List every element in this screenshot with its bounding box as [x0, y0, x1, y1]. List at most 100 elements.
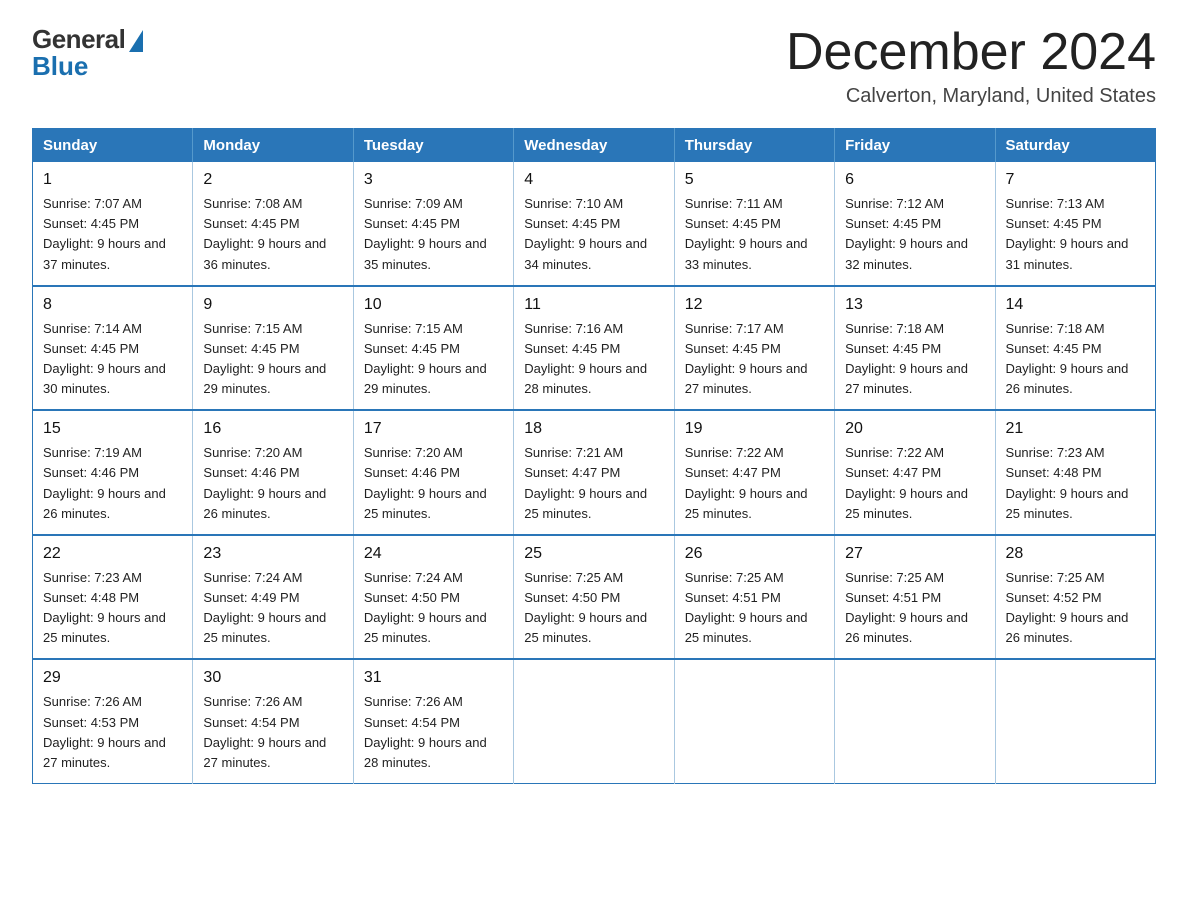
day-number: 2: [203, 168, 342, 192]
day-info: Sunrise: 7:09 AMSunset: 4:45 PMDaylight:…: [364, 196, 487, 271]
calendar-day-cell: 5 Sunrise: 7:11 AMSunset: 4:45 PMDaylight…: [674, 162, 834, 286]
day-info: Sunrise: 7:15 AMSunset: 4:45 PMDaylight:…: [364, 321, 487, 396]
calendar-day-cell: 14 Sunrise: 7:18 AMSunset: 4:45 PMDayligh…: [995, 286, 1155, 411]
weekday-header-monday: Monday: [193, 129, 353, 163]
day-info: Sunrise: 7:18 AMSunset: 4:45 PMDaylight:…: [1006, 321, 1129, 396]
day-number: 7: [1006, 168, 1145, 192]
calendar-day-cell: 25Sunrise: 7:25 AMSunset: 4:50 PMDayligh…: [514, 535, 674, 660]
calendar-day-cell: 18Sunrise: 7:21 AMSunset: 4:47 PMDayligh…: [514, 410, 674, 535]
day-number: 27: [845, 542, 984, 566]
day-number: 12: [685, 293, 824, 317]
calendar-day-cell: [835, 659, 995, 783]
calendar-day-cell: 27 Sunrise: 7:25 AMSunset: 4:51 PMDayligh…: [835, 535, 995, 660]
day-number: 14: [1006, 293, 1145, 317]
day-number: 22: [43, 542, 182, 566]
calendar-day-cell: 11 Sunrise: 7:16 AMSunset: 4:45 PMDayligh…: [514, 286, 674, 411]
logo: General Blue: [32, 24, 143, 82]
day-info: Sunrise: 7:25 AMSunset: 4:51 PMDaylight:…: [845, 570, 968, 645]
day-number: 3: [364, 168, 503, 192]
day-info: Sunrise: 7:08 AMSunset: 4:45 PMDaylight:…: [203, 196, 326, 271]
day-info: Sunrise: 7:14 AMSunset: 4:45 PMDaylight:…: [43, 321, 166, 396]
day-info: Sunrise: 7:24 AMSunset: 4:50 PMDaylight:…: [364, 570, 487, 645]
day-info: Sunrise: 7:25 AMSunset: 4:51 PMDaylight:…: [685, 570, 808, 645]
day-number: 10: [364, 293, 503, 317]
day-number: 1: [43, 168, 182, 192]
month-title: December 2024: [786, 24, 1156, 81]
calendar-day-cell: 13 Sunrise: 7:18 AMSunset: 4:45 PMDayligh…: [835, 286, 995, 411]
day-number: 24: [364, 542, 503, 566]
day-number: 31: [364, 666, 503, 690]
day-info: Sunrise: 7:26 AMSunset: 4:53 PMDaylight:…: [43, 694, 166, 769]
day-number: 28: [1006, 542, 1145, 566]
calendar-day-cell: 17Sunrise: 7:20 AMSunset: 4:46 PMDayligh…: [353, 410, 513, 535]
day-number: 13: [845, 293, 984, 317]
title-area: December 2024 Calverton, Maryland, Unite…: [786, 24, 1156, 108]
calendar-day-cell: 28 Sunrise: 7:25 AMSunset: 4:52 PMDayligh…: [995, 535, 1155, 660]
day-number: 20: [845, 417, 984, 441]
day-info: Sunrise: 7:25 AMSunset: 4:50 PMDaylight:…: [524, 570, 647, 645]
calendar-week-row: 8 Sunrise: 7:14 AMSunset: 4:45 PMDaylight…: [33, 286, 1156, 411]
day-info: Sunrise: 7:21 AMSunset: 4:47 PMDaylight:…: [524, 445, 647, 520]
day-number: 26: [685, 542, 824, 566]
day-number: 4: [524, 168, 663, 192]
day-info: Sunrise: 7:20 AMSunset: 4:46 PMDaylight:…: [203, 445, 326, 520]
calendar-day-cell: 19 Sunrise: 7:22 AMSunset: 4:47 PMDayligh…: [674, 410, 834, 535]
day-number: 11: [524, 293, 663, 317]
calendar-day-cell: 1 Sunrise: 7:07 AMSunset: 4:45 PMDaylight…: [33, 162, 193, 286]
day-info: Sunrise: 7:23 AMSunset: 4:48 PMDaylight:…: [43, 570, 166, 645]
weekday-header-friday: Friday: [835, 129, 995, 163]
calendar-day-cell: 10 Sunrise: 7:15 AMSunset: 4:45 PMDayligh…: [353, 286, 513, 411]
day-info: Sunrise: 7:18 AMSunset: 4:45 PMDaylight:…: [845, 321, 968, 396]
day-info: Sunrise: 7:10 AMSunset: 4:45 PMDaylight:…: [524, 196, 647, 271]
logo-blue-text: Blue: [32, 51, 88, 82]
weekday-header-row: SundayMondayTuesdayWednesdayThursdayFrid…: [33, 129, 1156, 163]
weekday-header-tuesday: Tuesday: [353, 129, 513, 163]
day-number: 5: [685, 168, 824, 192]
day-info: Sunrise: 7:07 AMSunset: 4:45 PMDaylight:…: [43, 196, 166, 271]
calendar-day-cell: 23Sunrise: 7:24 AMSunset: 4:49 PMDayligh…: [193, 535, 353, 660]
page-header: General Blue December 2024 Calverton, Ma…: [32, 24, 1156, 108]
day-info: Sunrise: 7:25 AMSunset: 4:52 PMDaylight:…: [1006, 570, 1129, 645]
day-number: 15: [43, 417, 182, 441]
logo-triangle-icon: [129, 30, 143, 52]
day-info: Sunrise: 7:13 AMSunset: 4:45 PMDaylight:…: [1006, 196, 1129, 271]
calendar-day-cell: 7 Sunrise: 7:13 AMSunset: 4:45 PMDaylight…: [995, 162, 1155, 286]
calendar-day-cell: 30Sunrise: 7:26 AMSunset: 4:54 PMDayligh…: [193, 659, 353, 783]
calendar-day-cell: [514, 659, 674, 783]
calendar-day-cell: 26 Sunrise: 7:25 AMSunset: 4:51 PMDayligh…: [674, 535, 834, 660]
calendar-week-row: 1 Sunrise: 7:07 AMSunset: 4:45 PMDaylight…: [33, 162, 1156, 286]
day-number: 21: [1006, 417, 1145, 441]
calendar-week-row: 22 Sunrise: 7:23 AMSunset: 4:48 PMDayligh…: [33, 535, 1156, 660]
calendar-day-cell: 31 Sunrise: 7:26 AMSunset: 4:54 PMDayligh…: [353, 659, 513, 783]
day-info: Sunrise: 7:26 AMSunset: 4:54 PMDaylight:…: [364, 694, 487, 769]
day-number: 8: [43, 293, 182, 317]
calendar-week-row: 29Sunrise: 7:26 AMSunset: 4:53 PMDayligh…: [33, 659, 1156, 783]
day-info: Sunrise: 7:17 AMSunset: 4:45 PMDaylight:…: [685, 321, 808, 396]
day-number: 30: [203, 666, 342, 690]
day-info: Sunrise: 7:12 AMSunset: 4:45 PMDaylight:…: [845, 196, 968, 271]
day-number: 16: [203, 417, 342, 441]
calendar-day-cell: 29Sunrise: 7:26 AMSunset: 4:53 PMDayligh…: [33, 659, 193, 783]
day-info: Sunrise: 7:11 AMSunset: 4:45 PMDaylight:…: [685, 196, 808, 271]
weekday-header-sunday: Sunday: [33, 129, 193, 163]
calendar-day-cell: 20Sunrise: 7:22 AMSunset: 4:47 PMDayligh…: [835, 410, 995, 535]
day-info: Sunrise: 7:16 AMSunset: 4:45 PMDaylight:…: [524, 321, 647, 396]
weekday-header-wednesday: Wednesday: [514, 129, 674, 163]
weekday-header-thursday: Thursday: [674, 129, 834, 163]
calendar-day-cell: 24 Sunrise: 7:24 AMSunset: 4:50 PMDayligh…: [353, 535, 513, 660]
day-info: Sunrise: 7:20 AMSunset: 4:46 PMDaylight:…: [364, 445, 487, 520]
day-number: 19: [685, 417, 824, 441]
day-info: Sunrise: 7:24 AMSunset: 4:49 PMDaylight:…: [203, 570, 326, 645]
day-info: Sunrise: 7:15 AMSunset: 4:45 PMDaylight:…: [203, 321, 326, 396]
calendar-table: SundayMondayTuesdayWednesdayThursdayFrid…: [32, 128, 1156, 784]
calendar-day-cell: 9Sunrise: 7:15 AMSunset: 4:45 PMDaylight…: [193, 286, 353, 411]
calendar-day-cell: 22 Sunrise: 7:23 AMSunset: 4:48 PMDayligh…: [33, 535, 193, 660]
calendar-day-cell: 12 Sunrise: 7:17 AMSunset: 4:45 PMDayligh…: [674, 286, 834, 411]
calendar-week-row: 15Sunrise: 7:19 AMSunset: 4:46 PMDayligh…: [33, 410, 1156, 535]
day-info: Sunrise: 7:22 AMSunset: 4:47 PMDaylight:…: [685, 445, 808, 520]
calendar-day-cell: 6Sunrise: 7:12 AMSunset: 4:45 PMDaylight…: [835, 162, 995, 286]
calendar-day-cell: 21 Sunrise: 7:23 AMSunset: 4:48 PMDayligh…: [995, 410, 1155, 535]
day-info: Sunrise: 7:23 AMSunset: 4:48 PMDaylight:…: [1006, 445, 1129, 520]
calendar-day-cell: 3 Sunrise: 7:09 AMSunset: 4:45 PMDaylight…: [353, 162, 513, 286]
location-title: Calverton, Maryland, United States: [786, 85, 1156, 108]
